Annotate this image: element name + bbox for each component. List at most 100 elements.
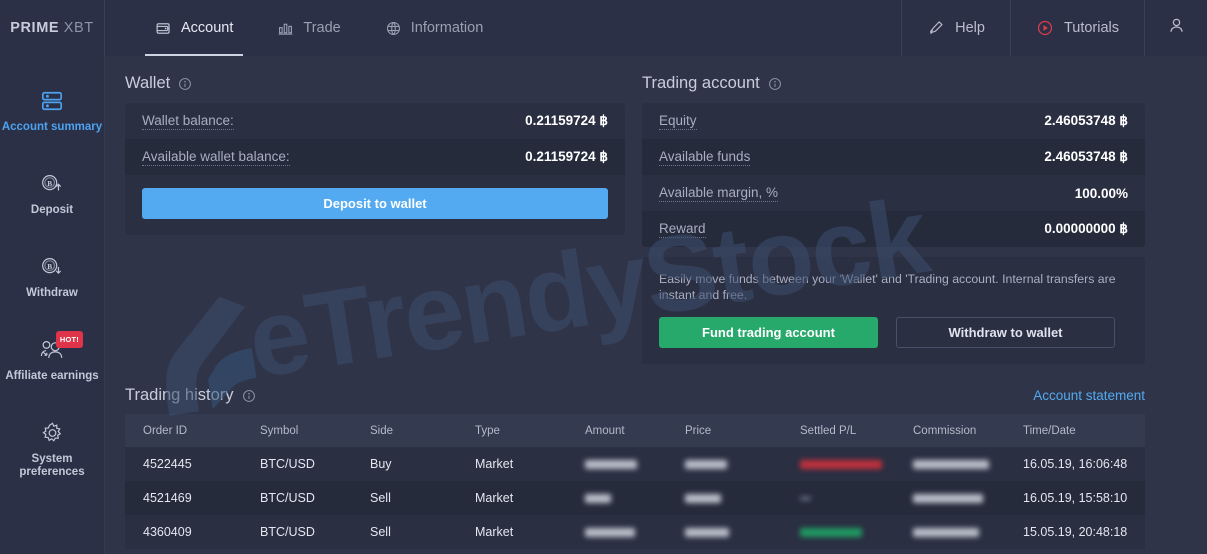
users-icon: HOT! [37, 331, 83, 363]
column-symbol[interactable]: Symbol [242, 414, 352, 447]
cell-price [667, 447, 782, 481]
reward-value: 0.00000000 ฿ [1044, 221, 1128, 236]
reward-row: Reward 0.00000000 ฿ [642, 211, 1145, 247]
main-nav: Account Trade Information [105, 0, 901, 56]
cell-commission [895, 515, 1005, 549]
equity-value: 2.46053748 ฿ [1044, 113, 1128, 128]
cell-type: Market [457, 447, 567, 481]
globe-icon [385, 20, 402, 37]
header-actions: Help Tutorials [901, 0, 1207, 56]
profile-button[interactable] [1145, 0, 1207, 56]
app-root: eTrendyStock PRIME XBT Account Trade Inf… [0, 0, 1207, 554]
sidebar-item-withdraw[interactable]: B Withdraw [0, 254, 104, 300]
sidebar-item-account-summary[interactable]: Account summary [0, 88, 104, 134]
wallet-title: Wallet [125, 74, 625, 93]
available-margin-value: 100.00% [1074, 185, 1128, 201]
table-row[interactable]: 4522445 BTC/USD Buy Market 16.05.19, 16:… [125, 447, 1145, 481]
sidebar-item-label: Account summary [1, 121, 103, 133]
wallet-balance-label[interactable]: Wallet balance: [142, 113, 234, 130]
cell-settled-pl [782, 515, 895, 549]
sidebar-item-deposit[interactable]: B Deposit [0, 171, 104, 217]
column-type[interactable]: Type [457, 414, 567, 447]
brand-logo[interactable]: PRIME XBT [0, 0, 105, 56]
brand-logo-text: PRIME XBT [10, 20, 94, 36]
gear-icon [40, 420, 65, 446]
cell-time-date: 15.05.19, 20:48:18 [1005, 515, 1145, 549]
column-time-date[interactable]: Time/Date [1005, 414, 1145, 447]
deposit-to-wallet-button[interactable]: Deposit to wallet [142, 188, 608, 219]
summary-columns: Wallet Wallet balance: 0.21159724 ฿ Avai… [125, 74, 1145, 364]
equity-row: Equity 2.46053748 ฿ [642, 103, 1145, 139]
available-margin-label[interactable]: Available margin, % [659, 185, 779, 202]
tab-trade[interactable]: Trade [255, 0, 362, 56]
column-settled-pl[interactable]: Settled P/L [782, 414, 895, 447]
wallet-title-text: Wallet [125, 74, 171, 92]
available-wallet-balance-row: Available wallet balance: 0.21159724 ฿ [125, 139, 625, 175]
trading-history-section: Trading history Account statement Order … [125, 386, 1145, 549]
tutorials-button[interactable]: Tutorials [1011, 0, 1144, 56]
equity-label[interactable]: Equity [659, 113, 697, 130]
help-label: Help [955, 20, 985, 36]
cell-symbol: BTC/USD [242, 481, 352, 515]
withdraw-to-wallet-button[interactable]: Withdraw to wallet [896, 317, 1115, 348]
cell-price [667, 515, 782, 549]
hot-badge: HOT! [55, 331, 83, 348]
column-price[interactable]: Price [667, 414, 782, 447]
app-header: PRIME XBT Account Trade Information Help… [0, 0, 1207, 56]
table-header-row: Order ID Symbol Side Type Amount Price S… [125, 414, 1145, 447]
cell-settled-pl [782, 447, 895, 481]
sidebar-item-label: Deposit [30, 204, 74, 216]
sidebar-item-label: Affiliate earnings [5, 370, 99, 382]
account-statement-link[interactable]: Account statement [1033, 388, 1145, 403]
play-circle-icon [1036, 19, 1054, 37]
cell-amount [567, 481, 667, 515]
available-funds-label[interactable]: Available funds [659, 149, 751, 166]
user-icon [1167, 16, 1186, 40]
cell-symbol: BTC/USD [242, 447, 352, 481]
table-row[interactable]: 4360409 BTC/USD Sell Market 15.05.19, 20… [125, 515, 1145, 549]
sidebar-item-system-preferences[interactable]: System preferences [0, 420, 104, 479]
sidebar-item-affiliate-earnings[interactable]: HOT! Affiliate earnings [0, 331, 104, 383]
trading-history-header: Trading history Account statement [125, 386, 1145, 405]
cell-price [667, 481, 782, 515]
table-body: 4522445 BTC/USD Buy Market 16.05.19, 16:… [125, 447, 1145, 549]
tab-trade-label: Trade [303, 20, 341, 36]
available-wallet-balance-label[interactable]: Available wallet balance: [142, 149, 290, 166]
svg-text:B: B [47, 179, 52, 188]
transfer-note: Easily move funds between your 'Wallet' … [659, 272, 1116, 302]
info-icon[interactable] [768, 77, 782, 91]
help-button[interactable]: Help [902, 0, 1010, 56]
tab-account-label: Account [181, 20, 234, 36]
info-icon[interactable] [242, 389, 256, 403]
fund-trading-account-button[interactable]: Fund trading account [659, 317, 878, 348]
cell-settled-pl [782, 481, 895, 515]
cell-type: Market [457, 481, 567, 515]
cell-type: Market [457, 515, 567, 549]
trading-account-card: Equity 2.46053748 ฿ Available funds 2.46… [642, 103, 1145, 247]
brand-name-light: XBT [63, 20, 94, 36]
column-order-id[interactable]: Order ID [125, 414, 242, 447]
reward-label[interactable]: Reward [659, 221, 706, 238]
bitcoin-down-icon: B [39, 254, 65, 280]
cell-commission [895, 447, 1005, 481]
trading-account-title-text: Trading account [642, 74, 760, 92]
table-row[interactable]: 4521469 BTC/USD Sell Market 16.05.19, 15… [125, 481, 1145, 515]
svg-text:B: B [47, 262, 52, 271]
cell-order-id: 4521469 [125, 481, 242, 515]
column-commission[interactable]: Commission [895, 414, 1005, 447]
cell-symbol: BTC/USD [242, 515, 352, 549]
tab-account[interactable]: Account [133, 0, 255, 56]
tab-information[interactable]: Information [363, 0, 506, 56]
cell-order-id: 4522445 [125, 447, 242, 481]
available-funds-value: 2.46053748 ฿ [1044, 149, 1128, 164]
trading-history-title-text: Trading history [125, 386, 234, 404]
trading-account-panel: Trading account Equity 2.46053748 ฿ Avai… [642, 74, 1145, 364]
wallet-balance-row: Wallet balance: 0.21159724 ฿ [125, 103, 625, 139]
info-icon[interactable] [178, 77, 192, 91]
trading-history-title: Trading history [125, 386, 256, 405]
tab-information-label: Information [410, 20, 484, 36]
cell-time-date: 16.05.19, 15:58:10 [1005, 481, 1145, 515]
column-side[interactable]: Side [352, 414, 457, 447]
wallet-icon [155, 20, 172, 37]
column-amount[interactable]: Amount [567, 414, 667, 447]
